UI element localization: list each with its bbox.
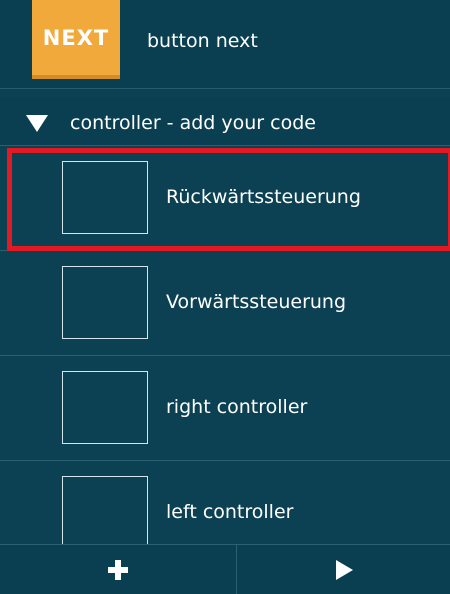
item-thumbnail xyxy=(62,476,148,544)
play-button[interactable] xyxy=(237,545,450,594)
item-thumbnail xyxy=(62,266,148,339)
controller-group-label: controller - add your code xyxy=(70,112,316,134)
next-button-text: NEXT xyxy=(42,25,110,50)
controller-list: NEXT button next controller - add your c… xyxy=(0,0,450,544)
next-button[interactable]: NEXT xyxy=(32,0,120,79)
item-label: right controller xyxy=(166,396,308,418)
controller-group-header[interactable]: controller - add your code xyxy=(0,98,450,146)
footer-toolbar xyxy=(0,544,450,594)
list-item-vorwaertssteuerung[interactable]: Vorwärtssteuerung xyxy=(0,251,450,356)
add-button[interactable] xyxy=(0,545,236,594)
item-label: left controller xyxy=(166,501,294,523)
play-icon xyxy=(335,560,353,580)
list-item-left-controller[interactable]: left controller xyxy=(0,461,450,544)
item-thumbnail xyxy=(62,161,148,234)
next-button-label: button next xyxy=(147,30,258,52)
plus-icon xyxy=(108,560,128,580)
next-button-row[interactable]: NEXT button next xyxy=(0,0,450,89)
item-label: Vorwärtssteuerung xyxy=(166,291,347,313)
list-item-rueckwaertssteuerung[interactable]: Rückwärtssteuerung xyxy=(0,146,450,251)
list-item-right-controller[interactable]: right controller xyxy=(0,356,450,461)
item-label: Rückwärtssteuerung xyxy=(166,186,361,208)
controller-panel: NEXT button next controller - add your c… xyxy=(0,0,450,594)
triangle-down-icon[interactable] xyxy=(26,115,48,132)
item-thumbnail xyxy=(62,371,148,444)
